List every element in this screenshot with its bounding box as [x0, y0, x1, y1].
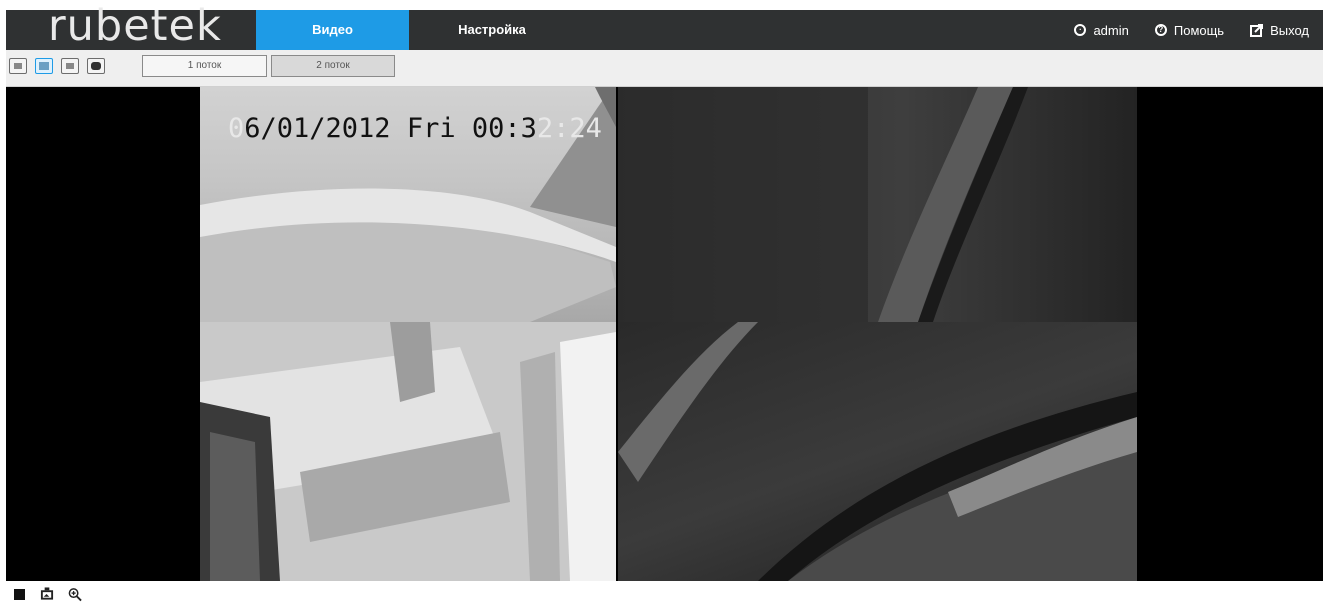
user-icon: ·: [1074, 24, 1087, 36]
zoom-button[interactable]: [68, 587, 82, 601]
snapshot-button[interactable]: [40, 587, 54, 601]
help-link[interactable]: ? Помощь: [1154, 22, 1225, 38]
layout-1x1-icon: [14, 63, 22, 69]
camera-view-2[interactable]: [618, 87, 1137, 322]
video-area[interactable]: 06/01/2012 Fri 00:32:24: [6, 87, 1323, 581]
logout-link[interactable]: Выход: [1250, 23, 1309, 38]
layout-fullscreen-button[interactable]: [87, 58, 105, 74]
layout-1x1-button[interactable]: [9, 58, 27, 74]
help-label: Помощь: [1173, 22, 1225, 38]
camera-1-timestamp: 06/01/2012 Fri 00:32:24: [228, 113, 602, 144]
zoom-in-icon: [68, 587, 82, 601]
help-icon: ?: [1154, 24, 1167, 36]
layout-2x2-icon: [39, 62, 49, 70]
rubetek-logo: rubetek: [48, 1, 222, 51]
camera-view-1[interactable]: 06/01/2012 Fri 00:32:24: [200, 87, 616, 322]
camera-view-3[interactable]: [200, 322, 616, 581]
camera-3-scene: [200, 322, 616, 581]
layout-2x2-button[interactable]: [35, 58, 53, 74]
layout-3x3-button[interactable]: [61, 58, 79, 74]
tab-settings[interactable]: Настройка: [452, 10, 532, 50]
logout-label: Выход: [1270, 22, 1309, 38]
tab-video[interactable]: Видео: [256, 10, 409, 50]
camera-2-scene: [618, 87, 1028, 322]
top-nav-bar: rubetek Видео Настройка · admin ? Помощь…: [6, 3, 1323, 50]
layout-3x3-icon: [66, 63, 74, 69]
exit-icon: [1250, 23, 1264, 37]
camera-4-scene: [618, 322, 1137, 581]
user-label: admin: [1093, 22, 1129, 38]
stop-icon: [13, 588, 25, 600]
user-area: · admin ? Помощь Выход: [1074, 10, 1309, 50]
stream-2-button[interactable]: 2 поток: [271, 55, 395, 77]
user-menu[interactable]: · admin: [1074, 22, 1129, 38]
layout-fullscreen-icon: [91, 62, 101, 70]
video-toolbar: 1 поток 2 поток: [6, 50, 1323, 87]
camera-view-4[interactable]: [618, 322, 1137, 581]
stream-1-button[interactable]: 1 поток: [142, 55, 267, 77]
snapshot-icon: [40, 587, 54, 600]
playback-controls: [12, 586, 82, 602]
stop-button[interactable]: [12, 587, 26, 601]
